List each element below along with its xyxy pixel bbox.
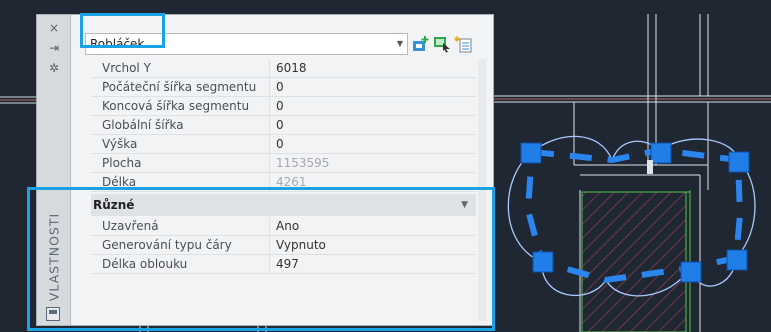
quick-select-icon[interactable] bbox=[454, 35, 472, 53]
object-type-value: Robláček bbox=[90, 37, 145, 51]
group-header-misc[interactable]: Různé ▼ bbox=[91, 194, 476, 216]
chevron-down-icon: ▼ bbox=[461, 200, 468, 210]
property-row[interactable]: Výška 0 bbox=[91, 135, 476, 154]
object-type-select[interactable]: Robláček ▼ bbox=[85, 33, 408, 55]
select-objects-icon[interactable] bbox=[433, 35, 451, 53]
settings-icon[interactable]: ✲ bbox=[37, 59, 71, 77]
property-row: Plocha 1153595 bbox=[91, 154, 476, 173]
palette-rail: × ⇥ ✲ VLASTNOSTI bbox=[37, 15, 71, 325]
close-icon[interactable]: × bbox=[37, 19, 71, 37]
properties-palette: × ⇥ ✲ VLASTNOSTI Robláček ▼ Vrchol Y 601… bbox=[36, 14, 494, 326]
hatched-column bbox=[581, 191, 687, 332]
property-grid: Vrchol Y 6018 Počáteční šířka segmentu 0… bbox=[91, 59, 476, 274]
pin-icon[interactable]: ⇥ bbox=[37, 39, 71, 57]
property-row[interactable]: Globální šířka 0 bbox=[91, 116, 476, 135]
palette-title: VLASTNOSTI bbox=[46, 212, 62, 302]
save-icon[interactable] bbox=[46, 307, 60, 321]
toggle-pickadd-icon[interactable] bbox=[412, 35, 430, 53]
pointer-cursor-icon bbox=[647, 160, 653, 174]
chevron-down-icon: ▼ bbox=[396, 39, 403, 48]
scrollbar[interactable] bbox=[478, 59, 486, 321]
property-row[interactable]: Vrchol Y 6018 bbox=[91, 59, 476, 78]
property-row[interactable]: Koncová šířka segmentu 0 bbox=[91, 97, 476, 116]
property-row[interactable]: Generování typu čáry Vypnuto bbox=[91, 236, 476, 255]
property-row: Délka 4261 bbox=[91, 173, 476, 192]
property-row[interactable]: Uzavřená Ano bbox=[91, 217, 476, 236]
property-row[interactable]: Počáteční šířka segmentu 0 bbox=[91, 78, 476, 97]
property-row: Délka oblouku 497 bbox=[91, 255, 476, 274]
